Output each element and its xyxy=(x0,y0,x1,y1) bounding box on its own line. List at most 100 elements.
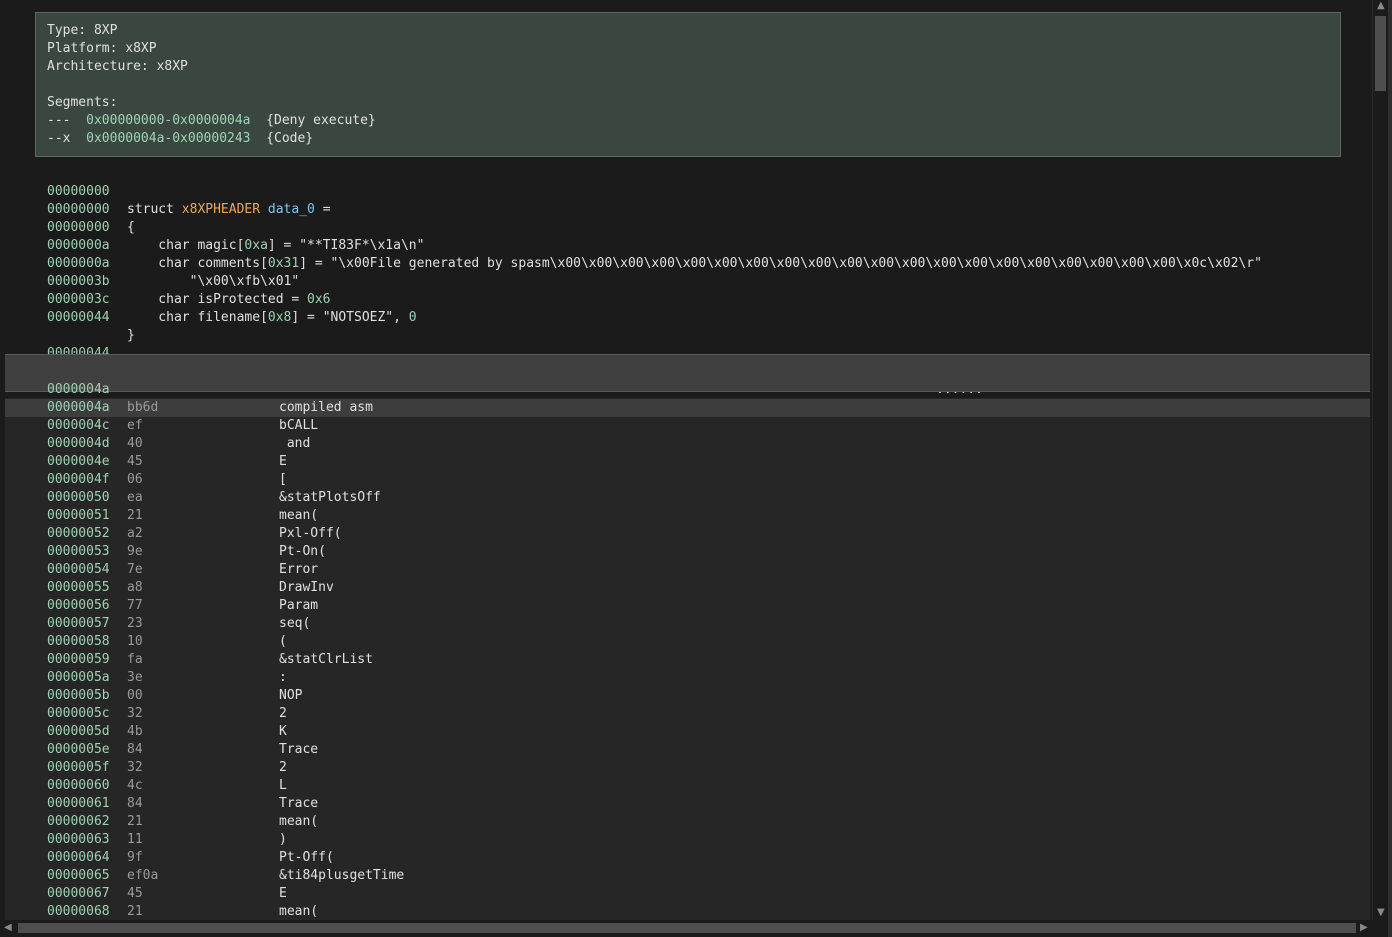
hex-data-line[interactable]: 00000044 00 00 fb 01-f9 01 ...... xyxy=(0,327,1370,397)
instruction[interactable]: mean( xyxy=(279,507,318,525)
down-arrow-icon[interactable]: ▼ xyxy=(1377,907,1385,918)
asm-line[interactable]: 0000005c 32 2 xyxy=(0,705,1370,723)
instruction[interactable]: and xyxy=(279,435,311,453)
address[interactable]: 0000000a xyxy=(47,237,110,255)
struct-line[interactable]: 0000003c char filename[0x8] = "NOTSOEZ",… xyxy=(0,273,417,325)
asm-line[interactable]: 0000005b 00 NOP xyxy=(0,687,1370,705)
instruction[interactable]: Pt-On( xyxy=(279,543,326,561)
address[interactable]: 00000063 xyxy=(47,831,110,849)
instruction[interactable]: NOP xyxy=(279,687,302,705)
asm-line[interactable]: 0000004c ef bCALL xyxy=(0,417,1370,435)
asm-line[interactable]: 0000004e 45 E xyxy=(0,453,1370,471)
instruction[interactable]: E xyxy=(279,885,287,903)
address[interactable]: 0000005e xyxy=(47,741,110,759)
instruction[interactable]: Param xyxy=(279,597,318,615)
address[interactable]: 00000060 xyxy=(47,777,110,795)
instruction[interactable]: Pt-Off( xyxy=(279,849,334,867)
instruction[interactable]: mean( xyxy=(279,813,318,831)
instruction[interactable]: 2 xyxy=(279,705,287,723)
address[interactable]: 00000065 xyxy=(47,867,110,885)
address[interactable]: 0000003c xyxy=(47,291,110,309)
vertical-scroll-thumb[interactable] xyxy=(1375,16,1386,91)
address[interactable]: 00000050 xyxy=(47,489,110,507)
address[interactable]: 0000005b xyxy=(47,687,110,705)
vertical-scrollbar[interactable]: ▲ ▼ xyxy=(1372,0,1389,920)
instruction[interactable]: DrawInv xyxy=(279,579,334,597)
address[interactable]: 00000058 xyxy=(47,633,110,651)
asm-line[interactable]: 00000057 23 seq( xyxy=(0,615,1370,633)
instruction[interactable]: &statPlotsOff xyxy=(279,489,381,507)
instruction[interactable]: [ xyxy=(279,471,287,489)
struct-type-name[interactable]: x8XPHEADER xyxy=(182,202,260,217)
asm-line[interactable]: 00000059 fa &statClrList xyxy=(0,651,1370,669)
instruction[interactable]: ) xyxy=(279,831,287,849)
address[interactable]: 00000056 xyxy=(47,597,110,615)
instruction[interactable]: 2 xyxy=(279,759,287,777)
instruction[interactable]: compiled asm xyxy=(279,399,373,417)
instruction[interactable]: Trace xyxy=(279,741,318,759)
address[interactable]: 0000004e xyxy=(47,453,110,471)
struct-line[interactable]: 00000000 struct x8XPHEADER data_0 = xyxy=(0,165,331,217)
address[interactable]: 0000003b xyxy=(47,273,110,291)
address[interactable]: 00000053 xyxy=(47,543,110,561)
instruction[interactable]: Error xyxy=(279,561,318,579)
segment-range[interactable]: 0x00000000-0x0000004a xyxy=(86,113,250,128)
asm-line[interactable]: 00000051 21 mean( xyxy=(0,507,1370,525)
address[interactable]: 0000004d xyxy=(47,435,110,453)
instruction[interactable]: L xyxy=(279,777,287,795)
address[interactable]: 0000004f xyxy=(47,471,110,489)
horizontal-scroll-thumb[interactable] xyxy=(18,923,1356,933)
address[interactable]: 00000044 xyxy=(47,309,110,327)
address[interactable]: 0000005c xyxy=(47,705,110,723)
instruction[interactable]: &ti84plusgetTime xyxy=(279,867,404,885)
address[interactable]: 00000061 xyxy=(47,795,110,813)
asm-line[interactable]: 0000005e 84 Trace xyxy=(0,741,1370,759)
instruction[interactable]: seq( xyxy=(279,615,310,633)
asm-line[interactable]: 00000053 9e Pt-On( xyxy=(0,543,1370,561)
address[interactable]: 00000000 xyxy=(47,219,110,237)
asm-line[interactable]: 00000063 11) xyxy=(0,831,1370,849)
asm-line[interactable]: 00000064 9f Pt-Off( xyxy=(0,849,1370,867)
instruction[interactable]: K xyxy=(279,723,287,741)
struct-line[interactable]: 0000000a char comments[0x31] = "\x00File… xyxy=(0,219,1262,271)
asm-line[interactable]: 0000004d 40 and xyxy=(0,435,1370,453)
segment-row[interactable]: --- 0x00000000-0x0000004a {Deny execute} xyxy=(47,112,1340,130)
function-signature[interactable]: 0000004a int64_t sub_4a() xyxy=(5,363,252,415)
asm-line[interactable]: 00000058 10 ( xyxy=(0,633,1370,651)
address[interactable]: 00000051 xyxy=(47,507,110,525)
asm-line[interactable]: 00000054 7e Error xyxy=(0,561,1370,579)
instruction[interactable]: ( xyxy=(279,633,287,651)
segment-row[interactable]: --x 0x0000004a-0x00000243 {Code} xyxy=(47,130,1340,148)
asm-line[interactable]: 0000005d 4b K xyxy=(0,723,1370,741)
asm-line[interactable]: 00000065 ef0a &ti84plusgetTime xyxy=(0,867,1370,885)
address[interactable]: 0000005d xyxy=(47,723,110,741)
address[interactable]: 00000068 xyxy=(47,903,110,921)
asm-line[interactable]: 00000061 84 Trace xyxy=(0,795,1370,813)
horizontal-scrollbar[interactable]: ◀ ▶ xyxy=(0,920,1372,936)
address[interactable]: 0000004a xyxy=(47,399,110,417)
up-arrow-icon[interactable]: ▲ xyxy=(1377,0,1385,11)
asm-line[interactable]: 00000052 a2 Pxl-Off( xyxy=(0,525,1370,543)
instruction[interactable]: &statClrList xyxy=(279,651,373,669)
struct-line[interactable]: 0000003b char isProtected = 0x6 xyxy=(0,255,331,307)
struct-var-name[interactable]: data_0 xyxy=(268,202,315,217)
address[interactable]: 0000000a xyxy=(47,255,110,273)
struct-line[interactable]: 00000044 } xyxy=(0,291,135,343)
instruction[interactable]: E xyxy=(279,453,287,471)
address[interactable]: 00000064 xyxy=(47,849,110,867)
address[interactable]: 0000004c xyxy=(47,417,110,435)
left-arrow-icon[interactable]: ◀ xyxy=(4,922,12,933)
address[interactable]: 00000057 xyxy=(47,615,110,633)
address[interactable]: 0000005f xyxy=(47,759,110,777)
address[interactable]: 00000062 xyxy=(47,813,110,831)
asm-line[interactable]: 00000055 a8 DrawInv xyxy=(0,579,1370,597)
struct-line[interactable]: 0000000a "\x00\xfb\x01" xyxy=(0,237,299,289)
address[interactable]: 00000054 xyxy=(47,561,110,579)
address[interactable]: 00000052 xyxy=(47,525,110,543)
struct-line[interactable]: 00000000 char magic[0xa] = "**TI83F*\x1a… xyxy=(0,201,424,253)
asm-line[interactable]: 0000005a 3e: xyxy=(0,669,1370,687)
instruction[interactable]: bCALL xyxy=(279,417,318,435)
address[interactable]: 00000067 xyxy=(47,885,110,903)
address[interactable]: 00000000 xyxy=(47,183,110,201)
address[interactable]: 00000059 xyxy=(47,651,110,669)
